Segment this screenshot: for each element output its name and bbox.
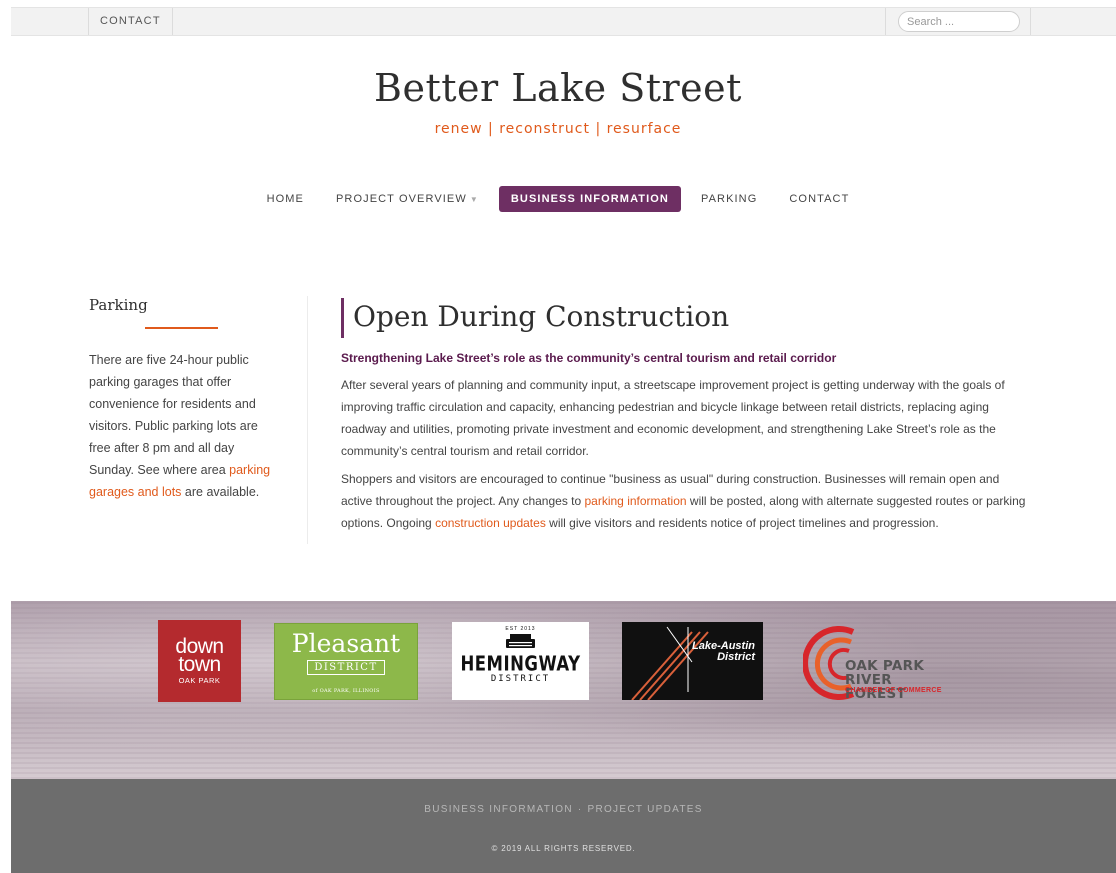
pleasant-logo-line1: Pleasant xyxy=(291,629,401,658)
business-paragraph: Shoppers and visitors are encouraged to … xyxy=(341,468,1031,534)
footer-separator: · xyxy=(577,804,583,815)
nav-home[interactable]: HOME xyxy=(255,186,316,212)
oak-park-chamber-logo[interactable]: OAK PARK RIVER FOREST CHAMBER OF COMMERCE xyxy=(803,624,958,702)
lake-austin-district-logo[interactable]: Lake-Austin District xyxy=(622,622,763,700)
sidebar-title: Parking xyxy=(89,296,148,314)
search-container xyxy=(885,8,1031,35)
top-utility-bar: CONTACT xyxy=(11,7,1116,36)
nav-contact[interactable]: CONTACT xyxy=(777,186,861,212)
lake-austin-logo-text: Lake-Austin District xyxy=(692,641,755,663)
footer-link-project-updates[interactable]: PROJECT UPDATES xyxy=(587,804,702,815)
construction-updates-link[interactable]: construction updates xyxy=(435,516,546,530)
downtown-logo-line2: town xyxy=(178,653,221,676)
nav-project-overview[interactable]: PROJECT OVERVIEW ▼ xyxy=(324,186,491,212)
site-footer: BUSINESS INFORMATION · PROJECT UPDATES © 2… xyxy=(11,779,1116,873)
oak-park-logo-name: OAK PARK RIVER FOREST xyxy=(845,659,958,701)
sidebar-text-end: are available. xyxy=(181,485,260,499)
nav-business-information[interactable]: BUSINESS INFORMATION xyxy=(498,186,681,212)
parking-information-link[interactable]: parking information xyxy=(585,494,687,508)
downtown-oak-park-logo[interactable]: down town OAK PARK xyxy=(158,620,241,702)
nav-project-overview-label: PROJECT OVERVIEW xyxy=(335,193,467,205)
business-paragraph-c: will give visitors and residents notice … xyxy=(545,516,939,530)
pleasant-logo-line3: of OAK PARK, ILLINOIS xyxy=(312,688,380,694)
site-title[interactable]: Better Lake Street xyxy=(0,66,1116,110)
top-contact-link[interactable]: CONTACT xyxy=(88,8,173,35)
page-title: Open During Construction xyxy=(341,298,1031,338)
site-tagline: renew | reconstruct | resurface xyxy=(434,121,682,137)
page-subheading: Strengthening Lake Street’s role as the … xyxy=(341,351,837,365)
district-logos-band: down town OAK PARK Pleasant DISTRICT of … xyxy=(11,601,1116,779)
oak-park-logo-line3: CHAMBER OF COMMERCE xyxy=(845,687,942,694)
search-input[interactable] xyxy=(898,11,1020,32)
hemingway-district-logo[interactable]: EST 2013 HEMINGWAY DISTRICT xyxy=(452,622,589,700)
hemingway-logo-est: EST 2013 xyxy=(505,626,536,632)
column-divider xyxy=(307,296,308,544)
pleasant-district-logo[interactable]: Pleasant DISTRICT of OAK PARK, ILLINOIS xyxy=(274,623,418,700)
sidebar-text-body: There are five 24-hour public parking ga… xyxy=(89,353,258,477)
footer-link-business-information[interactable]: BUSINESS INFORMATION xyxy=(424,804,573,815)
nav-parking[interactable]: PARKING xyxy=(689,186,769,212)
sidebar-widget: Parking There are five 24-hour public pa… xyxy=(89,296,279,503)
typewriter-icon xyxy=(506,634,535,648)
intro-paragraph: After several years of planning and comm… xyxy=(341,378,1005,458)
hemingway-logo-main: HEMINGWAY xyxy=(460,651,581,676)
main-nav: HOME PROJECT OVERVIEW ▼ BUSINESS INFORMAT… xyxy=(0,185,1116,213)
lake-austin-logo-line2: District xyxy=(717,651,755,663)
footer-nav: BUSINESS INFORMATION · PROJECT UPDATES xyxy=(11,804,1116,815)
chevron-down-icon: ▼ xyxy=(469,195,479,204)
hemingway-logo-sub: DISTRICT xyxy=(490,674,551,684)
copyright-text: © 2019 ALL RIGHTS RESERVED. xyxy=(491,844,636,853)
pleasant-logo-line2: DISTRICT xyxy=(307,660,385,675)
downtown-logo-line3: OAK PARK xyxy=(178,676,221,685)
main-content: Open During Construction Strengthening L… xyxy=(341,298,1031,534)
sidebar-text: There are five 24-hour public parking ga… xyxy=(89,349,279,503)
sidebar-title-underline xyxy=(145,327,218,329)
